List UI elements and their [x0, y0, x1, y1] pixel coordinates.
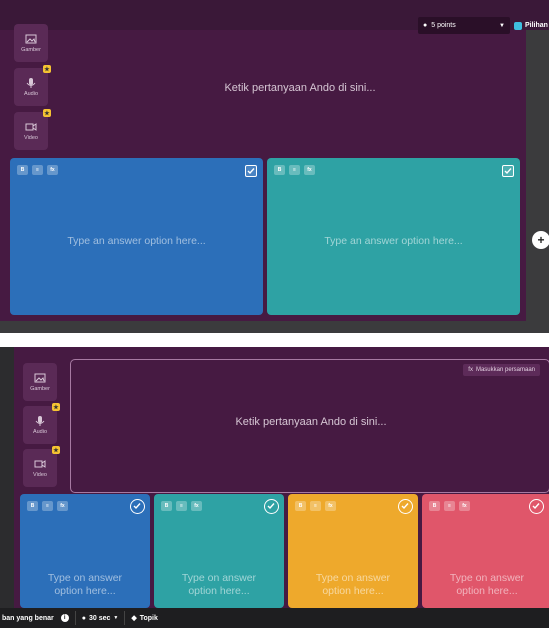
premium-badge-icon: ★	[52, 446, 60, 454]
answer-toolbar: B ≡ fx	[274, 165, 315, 175]
time-limit-dropdown[interactable]: ● 30 sec ▼	[76, 611, 125, 625]
add-audio-button[interactable]: ★ Audio	[14, 65, 51, 106]
answer-toolbar: B ≡ fx	[429, 501, 470, 511]
answer-toolbar: B ≡ fx	[161, 501, 202, 511]
answer-input[interactable]: Type on answer option here...	[20, 572, 150, 598]
bold-icon[interactable]: B	[429, 501, 440, 511]
answer-input[interactable]: Type on answer option here...	[288, 572, 418, 598]
check-icon	[401, 503, 409, 510]
image-icon	[25, 34, 37, 44]
check-icon	[504, 168, 512, 175]
list-icon[interactable]: ≡	[310, 501, 321, 511]
premium-badge-icon: ★	[52, 403, 60, 411]
check-icon	[247, 168, 255, 175]
bottom-toolbar: ban yang benar i ● 30 sec ▼ ◆ Topik	[0, 608, 549, 628]
video-icon	[25, 123, 37, 131]
correct-answer-toggle[interactable]	[130, 499, 145, 514]
equation-icon: fx	[468, 367, 473, 373]
info-icon: i	[60, 614, 69, 622]
list-icon[interactable]: ≡	[42, 501, 53, 511]
correct-answer-toggle[interactable]	[264, 499, 279, 514]
equation-icon[interactable]: fx	[191, 501, 202, 511]
question-type-button[interactable]: Pilihan	[514, 17, 549, 34]
add-video-button[interactable]: ★ Video	[23, 446, 60, 487]
tag-icon: ◆	[131, 615, 137, 622]
answer-card-2[interactable]: B ≡ fx Type on answer option here...	[154, 494, 284, 608]
plus-icon: +	[537, 233, 545, 247]
bold-icon[interactable]: B	[274, 165, 285, 175]
correct-answer-toggle[interactable]	[398, 499, 413, 514]
add-image-button[interactable]: Gamber	[14, 24, 48, 62]
list-icon[interactable]: ≡	[32, 165, 43, 175]
list-icon[interactable]: ≡	[444, 501, 455, 511]
answer-card-2[interactable]: B ≡ fx Type an answer option here...	[267, 158, 520, 315]
answer-toolbar: B ≡ fx	[295, 501, 336, 511]
insert-equation-button[interactable]: fx Masukkan persamaan	[463, 364, 540, 376]
bold-icon[interactable]: B	[295, 501, 306, 511]
equation-icon[interactable]: fx	[325, 501, 336, 511]
add-video-button[interactable]: ★ Video	[14, 109, 51, 150]
question-input[interactable]: Ketik pertanyaan Ando di sini...	[150, 82, 450, 94]
add-image-button[interactable]: Gamber	[23, 363, 57, 401]
bold-icon[interactable]: B	[27, 501, 38, 511]
answer-card-1[interactable]: B ≡ fx Type an answer option here...	[10, 158, 263, 315]
answer-toolbar: B ≡ fx	[27, 501, 68, 511]
microphone-icon	[35, 416, 45, 426]
answer-input[interactable]: Type on answer option here...	[422, 572, 549, 598]
bold-icon[interactable]: B	[161, 501, 172, 511]
answer-toolbar: B ≡ fx	[17, 165, 58, 175]
top-toolbar: ● 5 points ▼ Pilihan	[0, 0, 549, 34]
question-input-box[interactable]: fx Masukkan persamaan Ketik pertanyaan A…	[70, 359, 549, 493]
premium-badge-icon: ★	[43, 65, 51, 73]
two-option-editor-screenshot: ● 5 points ▼ Pilihan Gamber ★ Audio ★ Vi…	[0, 0, 549, 333]
answer-card-3[interactable]: B ≡ fx Type on answer option here...	[288, 494, 418, 608]
answer-input[interactable]: Type on answer option here...	[154, 572, 284, 598]
microphone-icon	[26, 78, 36, 88]
chevron-down-icon: ▼	[113, 615, 119, 621]
list-icon[interactable]: ≡	[176, 501, 187, 511]
answer-card-1[interactable]: B ≡ fx Type on answer option here...	[20, 494, 150, 608]
points-dropdown[interactable]: ● 5 points ▼	[418, 17, 510, 34]
question-input[interactable]: Ketik pertanyaan Ando di sini...	[161, 416, 461, 428]
add-option-button[interactable]: +	[532, 231, 549, 249]
timer-icon: ●	[81, 614, 86, 622]
points-icon: ●	[423, 22, 428, 29]
correct-answer-checkbox[interactable]	[245, 165, 257, 177]
correct-answer-toggle[interactable]	[529, 499, 544, 514]
list-icon[interactable]: ≡	[289, 165, 300, 175]
correct-answers-toggle[interactable]: ban yang benar i	[0, 611, 75, 625]
check-icon	[532, 503, 540, 510]
equation-icon[interactable]: fx	[57, 501, 68, 511]
correct-answer-checkbox[interactable]	[502, 165, 514, 177]
bold-icon[interactable]: B	[17, 165, 28, 175]
check-icon	[267, 503, 275, 510]
question-type-icon	[514, 21, 522, 30]
video-icon	[34, 460, 46, 468]
answer-card-4[interactable]: B ≡ fx Type on answer option here...	[422, 494, 549, 608]
chevron-down-icon: ▼	[499, 22, 505, 29]
check-icon	[133, 503, 141, 510]
topic-button[interactable]: ◆ Topik	[125, 611, 164, 625]
four-option-editor-screenshot: Gamber ★ Audio ★ Video fx Masukkan persa…	[0, 347, 549, 628]
image-icon	[34, 373, 46, 383]
equation-icon[interactable]: fx	[304, 165, 315, 175]
answer-input[interactable]: Type an answer option here...	[267, 235, 520, 247]
add-audio-button[interactable]: ★ Audio	[23, 403, 60, 444]
equation-icon[interactable]: fx	[47, 165, 58, 175]
answer-input[interactable]: Type an answer option here...	[10, 235, 263, 247]
premium-badge-icon: ★	[43, 109, 51, 117]
equation-icon[interactable]: fx	[459, 501, 470, 511]
